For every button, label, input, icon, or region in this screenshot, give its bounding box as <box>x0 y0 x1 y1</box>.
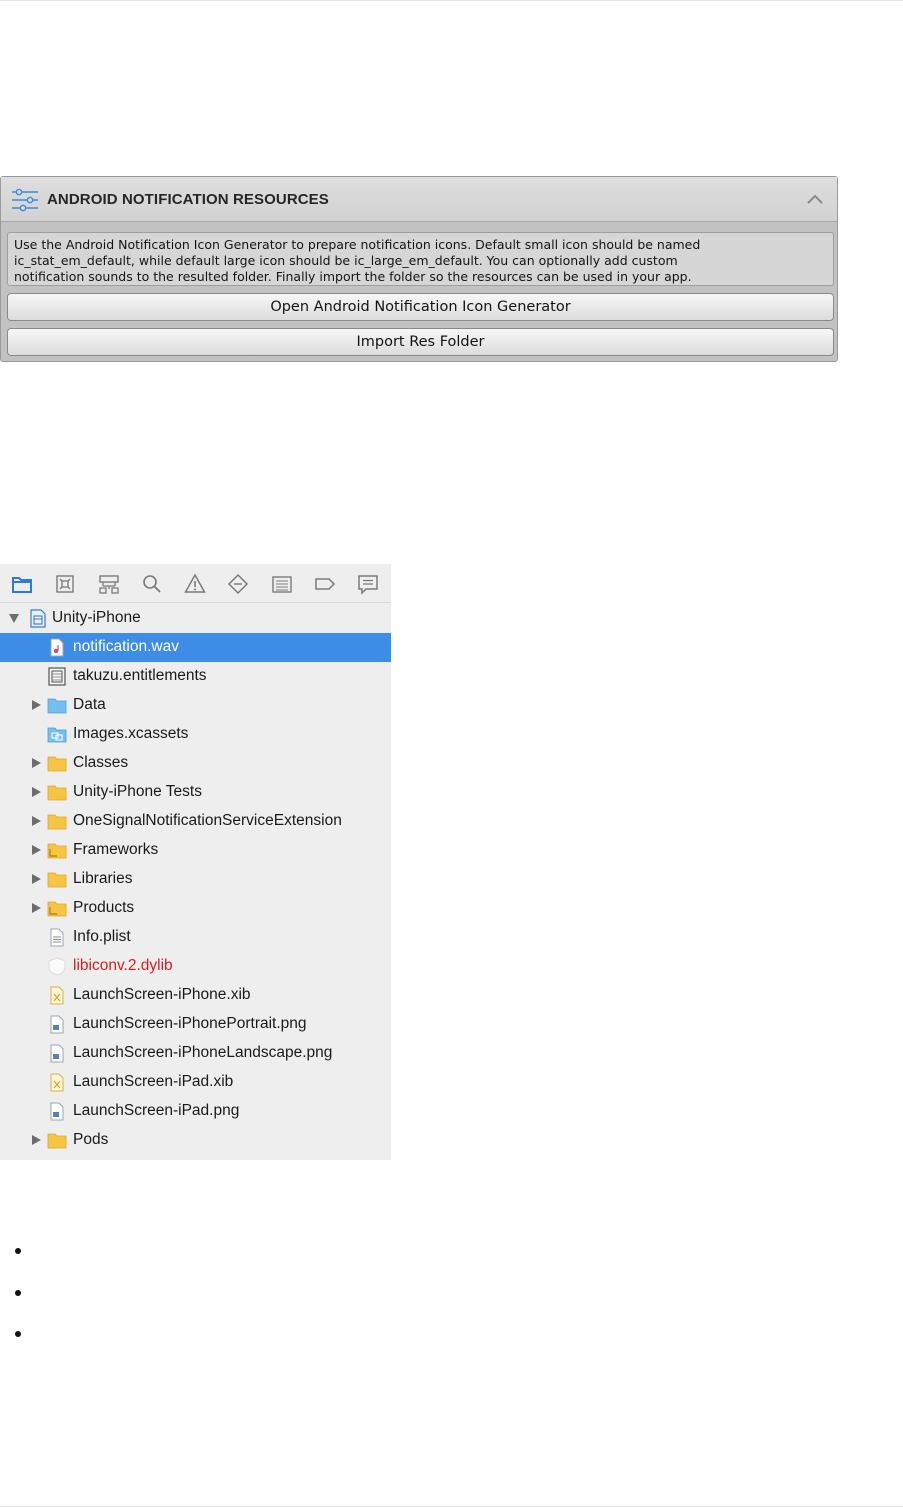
xib-file-icon <box>50 1073 64 1092</box>
file-label: Classes <box>73 754 129 771</box>
file-row-images-xcassets[interactable]: Images.xcassets <box>0 720 391 749</box>
folder-icon <box>47 901 67 917</box>
folder-icon <box>47 872 67 888</box>
panel-title: ANDROID NOTIFICATION RESOURCES <box>47 191 329 208</box>
project-row[interactable]: Unity-iPhone <box>0 604 391 633</box>
panel-header[interactable]: ANDROID NOTIFICATION RESOURCES <box>1 177 837 222</box>
file-label: Info.plist <box>73 928 131 945</box>
collapse-chevron-icon[interactable] <box>805 192 825 206</box>
file-label: Frameworks <box>73 841 159 858</box>
bottom-divider <box>0 1506 903 1507</box>
project-label: Unity-iPhone <box>52 609 141 626</box>
file-label: LaunchScreen-iPhonePortrait.png <box>73 1015 307 1032</box>
group-row-pods[interactable]: Pods <box>0 1126 391 1155</box>
file-label: takuzu.entitlements <box>73 667 207 684</box>
bullet-point <box>15 1248 21 1254</box>
png-file-icon <box>50 1015 64 1034</box>
disclosure-collapsed-icon[interactable] <box>30 757 42 769</box>
android-notification-resources-panel: ANDROID NOTIFICATION RESOURCES Use the A… <box>0 176 838 362</box>
project-navigator-icon[interactable] <box>11 573 33 595</box>
group-row-products[interactable]: Products <box>0 894 391 923</box>
disclosure-collapsed-icon[interactable] <box>30 815 42 827</box>
folder-icon <box>47 756 67 772</box>
file-label: Pods <box>73 1131 109 1148</box>
plist-file-icon <box>50 928 64 947</box>
folder-icon <box>47 785 67 801</box>
file-row-launchscreen-iphoneportrait-png[interactable]: LaunchScreen-iPhonePortrait.png <box>0 1010 391 1039</box>
bullet-point <box>15 1290 21 1296</box>
file-label: Libraries <box>73 870 133 887</box>
breakpoint-icon[interactable] <box>314 573 336 595</box>
find-icon[interactable] <box>141 573 163 595</box>
folder-icon <box>47 843 67 859</box>
file-label: Products <box>73 899 135 916</box>
debug-icon[interactable] <box>271 573 293 595</box>
disclosure-expanded-icon[interactable] <box>8 612 20 624</box>
disclosure-collapsed-icon[interactable] <box>30 902 42 914</box>
file-row-launchscreen-iphone-xib[interactable]: LaunchScreen-iPhone.xib <box>0 981 391 1010</box>
file-label: LaunchScreen-iPad.xib <box>73 1073 234 1090</box>
disclosure-collapsed-icon[interactable] <box>30 786 42 798</box>
png-file-icon <box>50 1044 64 1063</box>
png-file-icon <box>50 1102 64 1121</box>
folder-icon <box>47 814 67 830</box>
bullet-point <box>15 1331 21 1337</box>
group-row-unity-iphone-tests[interactable]: Unity-iPhone Tests <box>0 778 391 807</box>
file-label: OneSignalNotificationServiceExtension <box>73 812 342 829</box>
file-row-notification-wav[interactable]: notification.wav <box>0 633 391 662</box>
disclosure-collapsed-icon[interactable] <box>30 873 42 885</box>
file-label: Data <box>73 696 106 713</box>
file-label: LaunchScreen-iPhoneLandscape.png <box>73 1044 333 1061</box>
file-row-info-plist[interactable]: Info.plist <box>0 923 391 952</box>
disclosure-collapsed-icon[interactable] <box>30 844 42 856</box>
open-icon-generator-button[interactable]: Open Android Notification Icon Generator <box>7 293 834 321</box>
group-row-data[interactable]: Data <box>0 691 391 720</box>
file-row-launchscreen-iphonelandscape-png[interactable]: LaunchScreen-iPhoneLandscape.png <box>0 1039 391 1068</box>
settings-sliders-icon <box>12 188 38 212</box>
file-label: libiconv.2.dylib <box>73 957 173 974</box>
top-divider <box>0 0 903 1</box>
blue-folder-icon <box>47 698 67 714</box>
file-row-launchscreen-ipad-png[interactable]: LaunchScreen-iPad.png <box>0 1097 391 1126</box>
symbol-navigator-icon[interactable] <box>98 573 120 595</box>
test-icon[interactable] <box>227 573 249 595</box>
file-label: LaunchScreen-iPhone.xib <box>73 986 251 1003</box>
navigator-toolbar <box>0 564 391 603</box>
xib-file-icon <box>50 986 64 1005</box>
group-row-frameworks[interactable]: Frameworks <box>0 836 391 865</box>
report-icon[interactable] <box>357 573 379 595</box>
file-row-libiconv[interactable]: libiconv.2.dylib <box>0 952 391 981</box>
issue-icon[interactable] <box>184 573 206 595</box>
file-label: LaunchScreen-iPad.png <box>73 1102 240 1119</box>
group-row-onesignal-extension[interactable]: OneSignalNotificationServiceExtension <box>0 807 391 836</box>
file-label: notification.wav <box>73 638 179 655</box>
file-row-entitlements[interactable]: takuzu.entitlements <box>0 662 391 691</box>
import-res-folder-button[interactable]: Import Res Folder <box>7 328 834 356</box>
disclosure-collapsed-icon[interactable] <box>30 699 42 711</box>
help-box: Use the Android Notification Icon Genera… <box>7 232 834 286</box>
xcode-project-navigator: Unity-iPhone notification.wav takuzu.ent… <box>0 564 391 1160</box>
xcode-project-icon <box>30 609 46 628</box>
group-row-libraries[interactable]: Libraries <box>0 865 391 894</box>
source-control-icon[interactable] <box>54 573 76 595</box>
library-file-icon <box>48 957 66 976</box>
file-label: Unity-iPhone Tests <box>73 783 202 800</box>
entitlements-file-icon <box>48 667 66 686</box>
file-label: Images.xcassets <box>73 725 189 742</box>
disclosure-collapsed-icon[interactable] <box>30 1134 42 1146</box>
folder-icon <box>47 1133 67 1149</box>
group-row-classes[interactable]: Classes <box>0 749 391 778</box>
asset-catalog-icon <box>47 727 67 743</box>
file-row-launchscreen-ipad-xib[interactable]: LaunchScreen-iPad.xib <box>0 1068 391 1097</box>
audio-file-icon <box>50 638 64 657</box>
